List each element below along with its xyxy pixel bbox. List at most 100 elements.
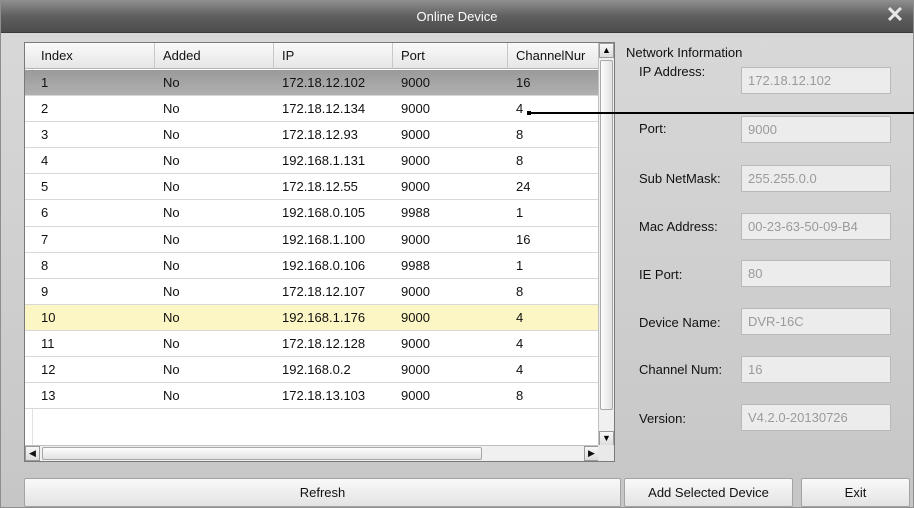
refresh-button[interactable]: Refresh: [24, 478, 621, 507]
table-row[interactable]: 1 No 172.18.12.102 9000 16: [25, 70, 599, 97]
cell-port: 9000: [401, 283, 430, 299]
cell-port: 9988: [401, 205, 430, 221]
cell-ip: 172.18.13.103: [282, 388, 366, 404]
cell-ip: 172.18.12.93: [282, 127, 358, 143]
table-row[interactable]: 13 No 172.18.13.103 9000 8: [25, 383, 599, 410]
cell-added: No: [163, 101, 180, 117]
cell-channel-num: 16: [516, 231, 531, 247]
table-row[interactable]: 4 No 192.168.1.131 9000 8: [25, 148, 599, 175]
scroll-down-icon[interactable]: ▼: [599, 431, 614, 446]
version-field[interactable]: V4.2.0-20130726: [741, 404, 891, 431]
cell-ip: 172.18.12.107: [282, 283, 366, 299]
horizontal-scrollbar[interactable]: ◀ ▶: [25, 445, 599, 461]
cell-channel-num: 24: [516, 179, 531, 195]
ie-port-label: IE Port:: [639, 267, 683, 282]
cell-port: 9000: [401, 75, 430, 90]
device-name-label: Device Name:: [639, 315, 721, 330]
cell-channel-num: 8: [516, 388, 524, 404]
ie-port-field[interactable]: 80: [741, 260, 891, 287]
cell-index: 4: [41, 153, 49, 169]
network-info-heading: Network Information: [626, 45, 743, 60]
table-row[interactable]: 8 No 192.168.0.106 9988 1: [25, 252, 599, 279]
scroll-left-icon[interactable]: ◀: [25, 446, 40, 461]
cell-added: No: [163, 179, 180, 195]
cell-added: No: [163, 362, 180, 378]
cell-port: 9000: [401, 231, 430, 247]
cell-index: 13: [41, 388, 56, 404]
cell-ip: 192.168.1.131: [282, 153, 366, 169]
add-selected-device-button[interactable]: Add Selected Device: [624, 478, 793, 507]
cell-channel-num: 8: [516, 283, 524, 299]
column-header-port[interactable]: Port: [393, 43, 508, 69]
table-header: Index Added IP Port ChannelNur: [25, 43, 599, 69]
cell-ip: 192.168.0.105: [282, 205, 366, 221]
column-header-added[interactable]: Added: [155, 43, 274, 69]
subnet-mask-label: Sub NetMask:: [639, 171, 721, 186]
table-row[interactable]: 11 No 172.18.12.128 9000 4: [25, 330, 599, 358]
dialog-title: Online Device: [416, 9, 498, 24]
cell-port: 9000: [401, 362, 430, 378]
cell-channel-num: 4: [516, 101, 524, 117]
cell-port: 9000: [401, 127, 430, 143]
device-name-field[interactable]: DVR-16C: [741, 308, 891, 335]
table-row[interactable]: 7 No 192.168.1.100 9000 16: [25, 226, 599, 253]
online-device-dialog: Online Device ✕ Index Added IP Port Chan…: [0, 0, 914, 508]
exit-button[interactable]: Exit: [801, 478, 910, 507]
cell-index: 1: [41, 75, 49, 90]
cell-added: No: [163, 75, 180, 90]
horizontal-scroll-thumb[interactable]: [42, 447, 482, 460]
cell-channel-num: 16: [516, 75, 531, 90]
cell-index: 7: [41, 231, 49, 247]
cell-port: 9000: [401, 309, 430, 325]
cell-channel-num: 8: [516, 153, 524, 169]
column-header-ip[interactable]: IP: [274, 43, 393, 69]
ip-address-field[interactable]: 172.18.12.102: [741, 67, 891, 94]
callout-line: [529, 112, 914, 114]
cell-index: 11: [41, 335, 55, 351]
table-row[interactable]: 2 No 172.18.12.134 9000 4: [25, 96, 599, 123]
cell-channel-num: 4: [516, 335, 524, 351]
cell-ip: 172.18.12.55: [282, 179, 358, 195]
cell-index: 8: [41, 257, 49, 273]
cell-added: No: [163, 231, 180, 247]
channel-num-field[interactable]: 16: [741, 356, 891, 383]
close-icon[interactable]: ✕: [883, 4, 907, 28]
cell-added: No: [163, 283, 180, 299]
cell-channel-num: 4: [516, 309, 524, 325]
version-label: Version:: [639, 411, 686, 426]
table-row[interactable]: 3 No 172.18.12.93 9000 8: [25, 122, 599, 149]
port-field[interactable]: 9000: [741, 116, 891, 143]
scroll-corner: [598, 445, 614, 461]
mac-address-label: Mac Address:: [639, 219, 718, 234]
column-header-channel-num[interactable]: ChannelNur: [508, 43, 599, 69]
cell-ip: 172.18.12.102: [282, 75, 366, 90]
cell-port: 9000: [401, 101, 430, 117]
table-row[interactable]: 12 No 192.168.0.2 9000 4: [25, 357, 599, 384]
cell-channel-num: 8: [516, 127, 524, 143]
table-row[interactable]: 5 No 172.18.12.55 9000 24: [25, 174, 599, 201]
port-label: Port:: [639, 121, 667, 136]
mac-address-field[interactable]: 00-23-63-50-09-B4: [741, 213, 891, 240]
cell-ip: 172.18.12.128: [282, 335, 366, 351]
cell-added: No: [163, 309, 180, 325]
cell-added: No: [163, 335, 180, 351]
scroll-up-icon[interactable]: ▲: [599, 43, 614, 58]
cell-index: 12: [41, 362, 56, 378]
cell-added: No: [163, 205, 180, 221]
cell-port: 9000: [401, 179, 430, 195]
table-row[interactable]: 9 No 172.18.12.107 9000 8: [25, 278, 599, 305]
vertical-scrollbar[interactable]: ▲ ▼: [598, 43, 614, 446]
cell-ip: 172.18.12.134: [282, 101, 366, 117]
cell-port: 9988: [401, 257, 430, 273]
channel-num-label: Channel Num:: [639, 362, 723, 377]
cell-ip: 192.168.1.100: [282, 231, 366, 247]
cell-added: No: [163, 153, 180, 169]
cell-added: No: [163, 388, 180, 404]
cell-port: 9000: [401, 153, 430, 169]
scroll-right-icon[interactable]: ▶: [584, 446, 599, 461]
subnet-mask-field[interactable]: 255.255.0.0: [741, 165, 891, 192]
column-header-index[interactable]: Index: [33, 43, 155, 69]
cell-ip: 192.168.1.176: [282, 309, 366, 325]
table-row[interactable]: 6 No 192.168.0.105 9988 1: [25, 200, 599, 227]
table-row[interactable]: 10 No 192.168.1.176 9000 4: [25, 304, 599, 331]
